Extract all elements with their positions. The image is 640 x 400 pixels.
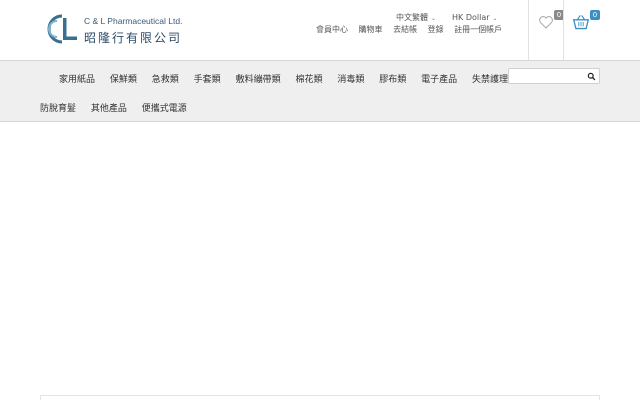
nav-item-power-bank[interactable]: 便攜式電源 <box>142 101 187 114</box>
content-panel <box>40 395 600 400</box>
search-box <box>508 68 600 84</box>
wishlist-button[interactable]: 0 <box>538 10 564 34</box>
language-label: 中文繁體 <box>396 13 428 22</box>
link-login[interactable]: 登錄 <box>428 25 444 34</box>
cart-button[interactable]: 0 <box>572 10 600 34</box>
link-checkout[interactable]: 去結帳 <box>393 25 417 34</box>
basket-icon <box>572 15 590 30</box>
nav-item-first-aid[interactable]: 急救類 <box>152 72 179 85</box>
chevron-down-icon: ⌄ <box>431 15 437 22</box>
nav-item-electronics[interactable]: 電子產品 <box>421 72 457 85</box>
nav-row: 家用紙品 保鮮類 急救類 手套類 敷料繃帶類 棉花類 消毒類 膠布類 電子產品 … <box>59 72 520 85</box>
nav-item-other-products[interactable]: 其他產品 <box>91 101 127 114</box>
logo-mark-icon <box>47 14 77 44</box>
chevron-down-icon: ⌄ <box>492 15 498 22</box>
nav-item-incontinence[interactable]: 失禁護理 <box>472 72 508 85</box>
site-header: C & L Pharmaceutical Ltd. 昭隆行有限公司 中文繁體 ⌄ H… <box>0 0 640 60</box>
category-nav: 家用紙品 保鮮類 急救類 手套類 敷料繃帶類 棉花類 消毒類 膠布類 電子產品 … <box>0 60 640 122</box>
divider <box>563 0 564 60</box>
search-icon[interactable] <box>587 72 596 81</box>
nav-item-dressings[interactable]: 敷料繃帶類 <box>236 72 281 85</box>
divider <box>528 0 529 60</box>
top-links: 中文繁體 ⌄ HK Dollar ⌄ 會員中心 購物車 去結帳 登錄 註冊一個帳戶 <box>316 12 516 36</box>
nav-item-household-paper[interactable]: 家用紙品 <box>59 72 95 85</box>
link-register[interactable]: 註冊一個帳戶 <box>454 25 502 34</box>
currency-label: HK Dollar <box>452 13 490 22</box>
nav-item-food-wrap[interactable]: 保鮮類 <box>110 72 137 85</box>
nav-item-cotton[interactable]: 棉花類 <box>295 72 322 85</box>
currency-select[interactable]: HK Dollar ⌄ <box>452 13 498 22</box>
link-cart[interactable]: 購物車 <box>359 25 383 34</box>
nav-item-gloves[interactable]: 手套類 <box>194 72 221 85</box>
nav-item-disinfection[interactable]: 消毒類 <box>337 72 364 85</box>
link-member-center[interactable]: 會員中心 <box>316 25 348 34</box>
nav-item-hair-care[interactable]: 防脫育髮 <box>40 101 76 114</box>
cart-count-badge: 0 <box>590 10 600 20</box>
brand-name-zh: 昭隆行有限公司 <box>84 31 183 45</box>
brand-name-en: C & L Pharmaceutical Ltd. <box>84 16 183 26</box>
nav-row: 防脫育髮 其他產品 便攜式電源 <box>40 101 199 114</box>
language-select[interactable]: 中文繁體 ⌄ <box>396 12 436 23</box>
main-content <box>0 123 640 400</box>
nav-item-tape[interactable]: 膠布類 <box>379 72 406 85</box>
header-dropdowns: 中文繁體 ⌄ HK Dollar ⌄ <box>396 12 514 23</box>
search-input[interactable] <box>513 71 583 81</box>
heart-icon <box>539 16 553 29</box>
account-links: 會員中心 購物車 去結帳 登錄 註冊一個帳戶 <box>316 24 510 35</box>
brand-logo[interactable]: C & L Pharmaceutical Ltd. 昭隆行有限公司 <box>44 12 190 46</box>
